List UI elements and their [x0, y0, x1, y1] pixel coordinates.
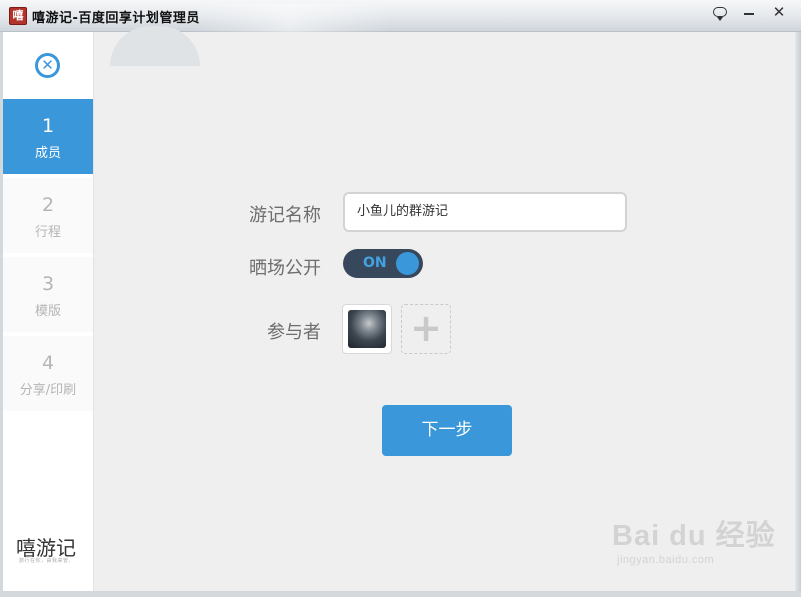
next-step-button[interactable]: 下一步: [382, 405, 512, 456]
watermark-url: jingyan.baidu.com: [617, 554, 715, 566]
travelogue-name-input[interactable]: 小鱼儿的群游记: [343, 192, 627, 232]
sidebar-step-itinerary[interactable]: 2 行程: [3, 178, 93, 255]
step-label: 成员: [34, 146, 61, 161]
app-icon: 嘻: [9, 7, 27, 25]
step-number: 3: [41, 273, 55, 295]
window-frame-right: [795, 32, 801, 597]
window-title: 嘻游记-百度回享计划管理员: [32, 11, 200, 26]
step-label: 行程: [34, 225, 61, 240]
step-number: 1: [41, 115, 55, 137]
sidebar: ✕ 1 成员 2 行程 3 模版 4 分享/印刷 嘻游记 旅行在你，由我来管。: [3, 32, 94, 591]
watermark-logo: Bai du 经验: [612, 520, 776, 552]
window-frame-bottom: [0, 591, 801, 597]
step-label: 分享/印刷: [19, 383, 77, 398]
feedback-icon[interactable]: [707, 3, 733, 21]
step-number: 4: [41, 352, 55, 374]
brand-tagline: 旅行在你，由我来管。: [19, 558, 75, 564]
title-bar-highlight: [190, 4, 390, 32]
toggle-knob: [396, 252, 419, 275]
title-bar-decoration: [110, 26, 200, 66]
public-label: 晒场公开: [249, 258, 321, 279]
member-avatar[interactable]: [342, 304, 392, 354]
sidebar-step-members[interactable]: 1 成员: [3, 99, 93, 176]
minimize-button[interactable]: [736, 3, 762, 21]
add-member-button[interactable]: +: [401, 304, 451, 354]
public-toggle[interactable]: ON: [343, 249, 423, 278]
members-label: 参与者: [267, 322, 321, 343]
avatar-image: [348, 310, 386, 348]
sidebar-step-template[interactable]: 3 模版: [3, 257, 93, 334]
baidu-watermark: Bai du 经验 jingyan.baidu.com: [612, 512, 776, 566]
toggle-state: ON: [363, 255, 387, 271]
step-number: 2: [41, 194, 55, 216]
step-label: 模版: [34, 304, 61, 319]
sidebar-step-share-print[interactable]: 4 分享/印刷: [3, 336, 93, 413]
close-circle-icon[interactable]: ✕: [35, 53, 60, 78]
travelogue-name-label: 游记名称: [249, 205, 321, 226]
title-bar: 嘻 嘻游记-百度回享计划管理员 ✕: [0, 0, 801, 66]
window-close-button[interactable]: ✕: [766, 3, 792, 21]
